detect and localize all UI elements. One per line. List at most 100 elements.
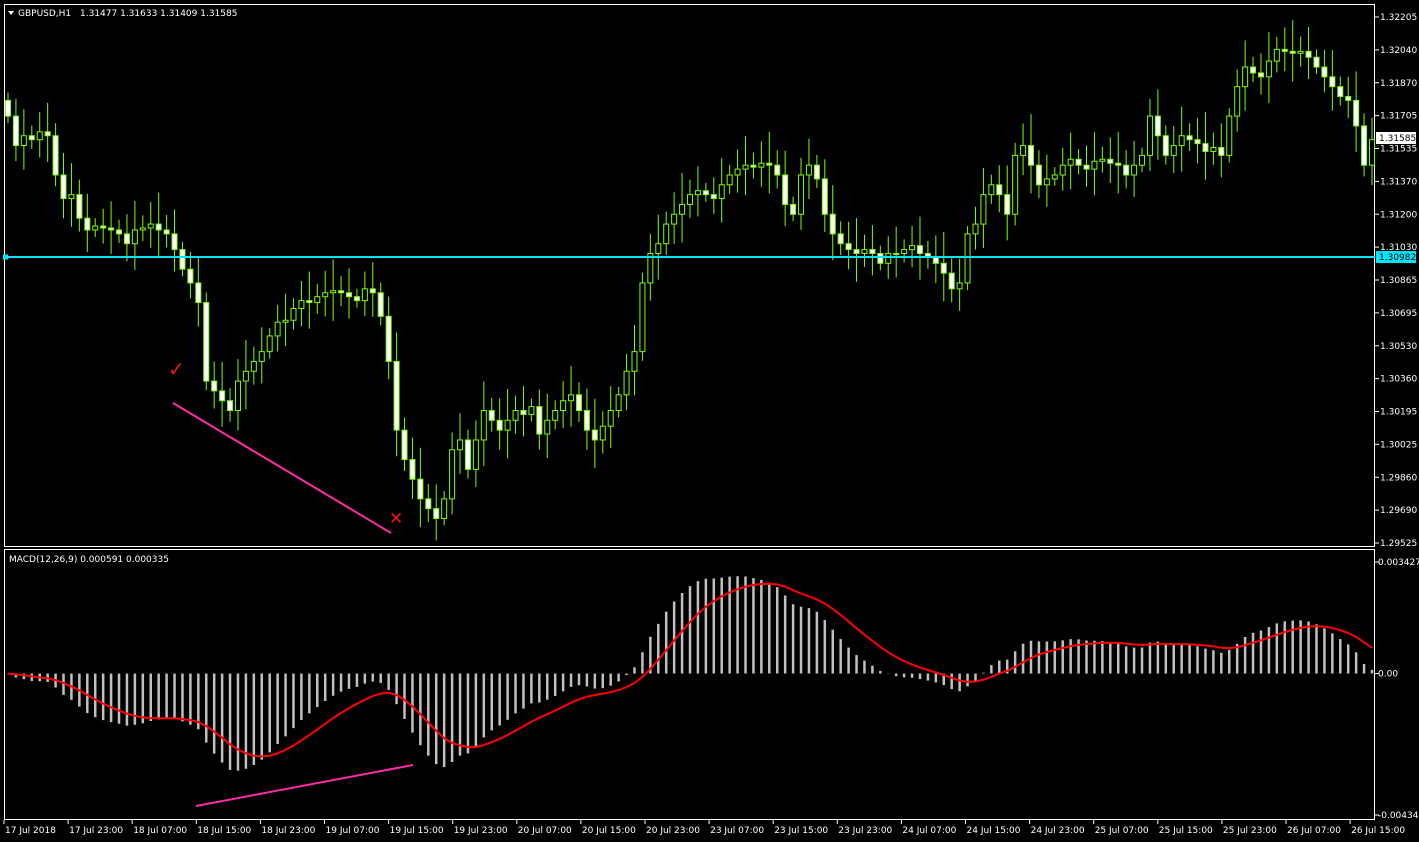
candle	[1091, 132, 1098, 196]
candle	[520, 386, 527, 437]
candle	[837, 221, 844, 255]
candle	[1107, 137, 1114, 184]
candle	[1273, 36, 1280, 73]
candle	[123, 214, 130, 262]
candle	[306, 271, 313, 329]
candle	[972, 206, 979, 250]
candle	[409, 437, 416, 499]
divergence-line-macd[interactable]	[195, 764, 414, 807]
candle	[76, 179, 83, 232]
candle	[1115, 131, 1122, 194]
candle	[655, 214, 662, 280]
candle	[52, 123, 59, 187]
candle	[782, 150, 789, 227]
candle	[393, 332, 400, 457]
candle	[1154, 89, 1161, 160]
check-mark-icon: ✓	[168, 357, 185, 381]
price-tick-label: 1.30195	[1380, 408, 1417, 418]
candle	[1369, 117, 1375, 185]
candle	[1194, 117, 1201, 164]
price-tick-label: 1.30695	[1380, 309, 1417, 319]
candle	[1059, 147, 1066, 191]
candle	[988, 174, 995, 204]
divergence-line-price[interactable]	[172, 402, 392, 534]
candle	[893, 226, 900, 278]
candle	[1226, 108, 1233, 163]
macd-axis[interactable]: 0.003427 0.00 -0.004345	[1375, 558, 1419, 821]
candle	[100, 208, 107, 244]
candle	[449, 432, 456, 515]
candle	[1305, 27, 1312, 80]
candle	[488, 397, 495, 432]
candle	[774, 150, 781, 189]
candle	[496, 398, 503, 450]
candle	[441, 490, 448, 526]
time-axis[interactable]: 17 Jul 2018 17 Jul 23:00 18 Jul 07:00 18 Ju…	[3, 820, 1405, 836]
candle	[813, 154, 820, 189]
symbol-label: GBPUSD,H1	[18, 9, 71, 19]
price-tick-label: 1.31200	[1380, 210, 1417, 220]
time-tick-label: 20 Jul 23:00	[646, 826, 700, 836]
candle	[869, 225, 876, 276]
candle	[726, 164, 733, 194]
current-price-label: 1.31585	[1379, 134, 1416, 144]
time-tick-label: 18 Jul 07:00	[133, 826, 187, 836]
candle	[28, 125, 35, 149]
candle	[845, 221, 852, 270]
hline-handle[interactable]	[3, 254, 8, 260]
time-tick-label: 25 Jul 15:00	[1159, 826, 1213, 836]
candle	[623, 353, 630, 411]
candle	[385, 296, 392, 380]
candle	[575, 382, 582, 422]
candle	[369, 262, 376, 317]
candle	[805, 138, 812, 200]
candle	[552, 400, 559, 430]
candle	[5, 92, 11, 124]
candle	[1257, 53, 1264, 95]
candle	[234, 359, 241, 431]
candle	[425, 483, 432, 523]
candle	[1250, 56, 1257, 83]
time-tick-label: 23 Jul 23:00	[838, 826, 892, 836]
candle	[980, 167, 987, 249]
candle	[330, 259, 337, 322]
candle	[266, 328, 273, 359]
time-tick-label: 24 Jul 23:00	[1031, 826, 1085, 836]
price-axis[interactable]: 1.32205 1.32040 1.31870 1.31705 1.31535 1.313…	[1375, 13, 1417, 549]
candle	[1313, 49, 1320, 75]
candle	[940, 231, 947, 302]
candle	[1353, 71, 1360, 153]
candle	[663, 211, 670, 255]
candle	[853, 218, 860, 282]
candle	[1234, 69, 1241, 132]
time-tick-label: 19 Jul 15:00	[390, 826, 444, 836]
candle	[1289, 19, 1296, 82]
candle	[1131, 140, 1138, 197]
candle	[1028, 114, 1034, 194]
candle	[1321, 49, 1328, 93]
candle	[1012, 142, 1019, 226]
candle	[211, 361, 218, 409]
candle	[956, 258, 963, 311]
candle	[290, 298, 297, 330]
candle	[219, 361, 226, 427]
candle	[1178, 106, 1185, 172]
candle	[44, 102, 51, 162]
candle	[599, 411, 606, 454]
candle	[1186, 123, 1193, 151]
chart-window[interactable]: ✓ ✕ GBPUSD,H1 1.31477 1.31633 1.31409 1.…	[0, 0, 1419, 842]
candle	[560, 381, 567, 429]
time-tick-label: 20 Jul 15:00	[582, 826, 636, 836]
macd-tick-label: 0.003427	[1378, 558, 1419, 568]
macd-label: MACD(12,26,9) 0.000591 0.000335	[9, 555, 169, 565]
price-tick-label: 1.31870	[1380, 79, 1417, 89]
candle	[353, 288, 360, 308]
candle	[457, 413, 464, 474]
time-tick-label: 17 Jul 23:00	[69, 826, 123, 836]
hline-price-label: 1.30982	[1379, 253, 1416, 263]
candle	[1099, 146, 1106, 173]
candle	[1146, 98, 1153, 171]
candle	[639, 272, 646, 361]
symbol-dropdown-icon[interactable]	[8, 11, 14, 15]
price-tick-label: 1.31705	[1380, 112, 1417, 122]
